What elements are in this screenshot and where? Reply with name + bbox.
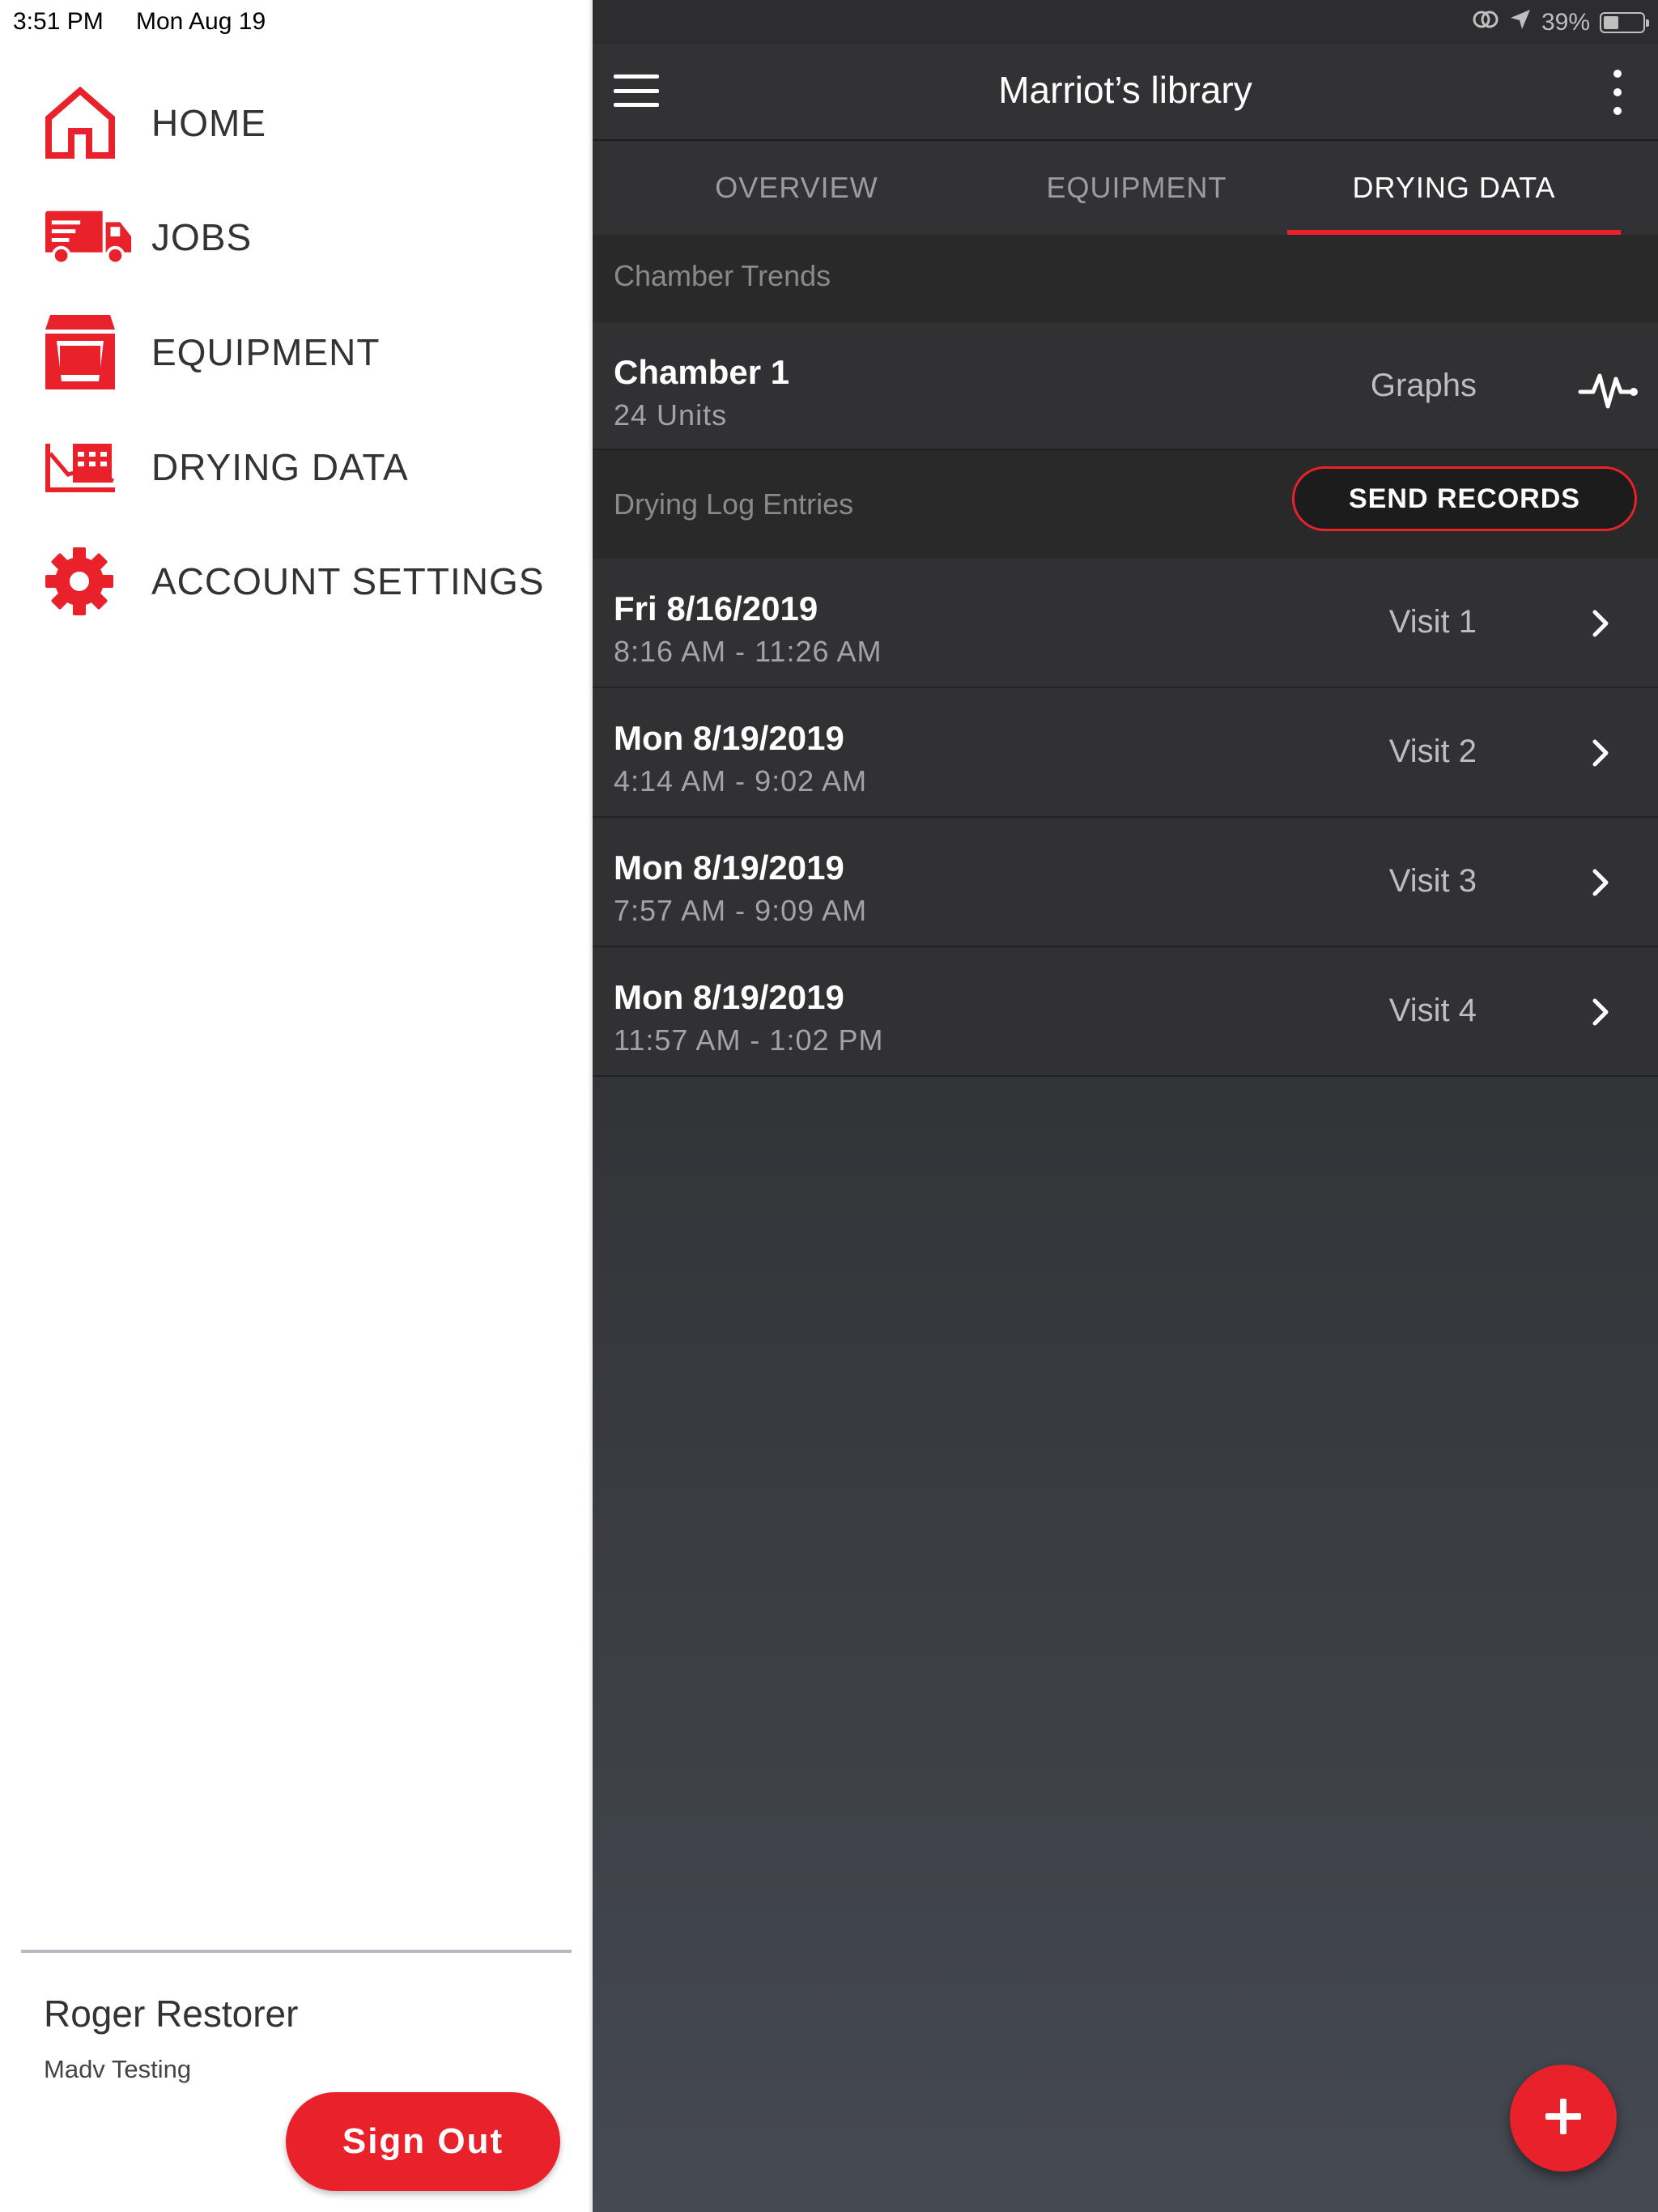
- log-entry-row[interactable]: Fri 8/16/2019 8:16 AM - 11:26 AM Visit 1: [593, 559, 1658, 688]
- pulse-graph-icon[interactable]: [1577, 355, 1642, 409]
- chamber-row[interactable]: Chamber 1 24 Units Graphs: [593, 322, 1658, 450]
- sidebar: 3:51 PM Mon Aug 19 HOME JOBS EQUIPMENT D…: [0, 0, 593, 2212]
- tab-drying-data[interactable]: DRYING DATA: [1284, 141, 1624, 235]
- entry-visit: Visit 1: [1388, 604, 1477, 640]
- chevron-right-icon: [1577, 858, 1626, 907]
- entry-time-range: 8:16 AM - 11:26 AM: [614, 635, 882, 668]
- sidebar-item-label: DRYING DATA: [151, 446, 409, 488]
- log-entry-row[interactable]: Mon 8/19/2019 11:57 AM - 1:02 PM Visit 4: [593, 947, 1658, 1077]
- send-records-button[interactable]: SEND RECORDS: [1292, 466, 1637, 531]
- entry-time-range: 11:57 AM - 1:02 PM: [614, 1023, 884, 1057]
- drying-data-icon: [44, 423, 133, 512]
- sidebar-item-label: JOBS: [151, 216, 253, 258]
- chamber-name: Chamber 1: [614, 353, 790, 391]
- home-icon: [44, 79, 133, 168]
- screen-mirroring-icon: [1472, 9, 1499, 36]
- tab-equipment[interactable]: EQUIPMENT: [967, 141, 1307, 235]
- chevron-right-icon: [1577, 599, 1626, 648]
- status-bar-right: 39%: [1472, 6, 1649, 39]
- user-organization: Madv Testing: [44, 2055, 192, 2083]
- sidebar-item-equipment[interactable]: EQUIPMENT: [44, 308, 379, 397]
- sidebar-item-label: EQUIPMENT: [151, 331, 380, 373]
- battery-level: [1604, 16, 1618, 29]
- add-entry-button[interactable]: [1510, 2065, 1617, 2172]
- entry-date: Mon 8/19/2019: [614, 719, 844, 757]
- sidebar-divider: [21, 1950, 572, 1953]
- sidebar-item-label: HOME: [151, 102, 266, 144]
- graphs-label[interactable]: Graphs: [1371, 368, 1477, 404]
- chevron-right-icon: [1577, 988, 1626, 1036]
- sidebar-item-label: ACCOUNT SETTINGS: [151, 560, 545, 602]
- entry-date: Mon 8/19/2019: [614, 978, 844, 1016]
- entry-time-range: 4:14 AM - 9:02 AM: [614, 764, 868, 798]
- drying-log-header: Drying Log Entries SEND RECORDS: [593, 450, 1658, 559]
- sign-out-button[interactable]: Sign Out: [286, 2092, 560, 2191]
- chevron-right-icon: [1577, 729, 1626, 777]
- more-options-icon[interactable]: [1609, 70, 1626, 115]
- sidebar-item-drying-data[interactable]: DRYING DATA: [44, 423, 408, 512]
- section-label: Chamber Trends: [614, 259, 831, 292]
- tab-bar: OVERVIEW EQUIPMENT DRYING DATA: [593, 141, 1658, 236]
- entry-visit: Visit 2: [1388, 734, 1477, 769]
- location-icon: [1509, 8, 1532, 37]
- sidebar-item-account-settings[interactable]: ACCOUNT SETTINGS: [44, 537, 543, 626]
- sidebar-item-home[interactable]: HOME: [44, 79, 266, 168]
- entry-time-range: 7:57 AM - 9:09 AM: [614, 894, 868, 927]
- log-entry-row[interactable]: Mon 8/19/2019 4:14 AM - 9:02 AM Visit 2: [593, 688, 1658, 818]
- gear-icon: [44, 537, 133, 626]
- entry-date: Fri 8/16/2019: [614, 589, 818, 627]
- chamber-units: 24 Units: [614, 398, 728, 432]
- status-date: Mon Aug 19: [136, 8, 266, 35]
- equipment-icon: [44, 308, 133, 397]
- chamber-trends-header: Chamber Trends: [593, 235, 1658, 322]
- entry-visit: Visit 3: [1388, 863, 1477, 899]
- entry-date: Mon 8/19/2019: [614, 849, 844, 887]
- status-time: 3:51 PM: [13, 8, 104, 35]
- entry-visit: Visit 4: [1388, 993, 1477, 1028]
- tab-overview[interactable]: OVERVIEW: [627, 141, 967, 235]
- log-entry-row[interactable]: Mon 8/19/2019 7:57 AM - 9:09 AM Visit 3: [593, 818, 1658, 947]
- plus-icon: [1541, 2094, 1586, 2143]
- section-label: Drying Log Entries: [614, 487, 854, 521]
- sidebar-item-jobs[interactable]: JOBS: [44, 193, 251, 282]
- top-app-bar: Marriot’s library: [593, 44, 1658, 141]
- truck-icon: [44, 193, 133, 282]
- battery-percent: 39%: [1541, 9, 1590, 36]
- page-title: Marriot’s library: [998, 69, 1252, 111]
- battery-icon: [1600, 12, 1649, 33]
- user-name: Roger Restorer: [44, 1993, 299, 2035]
- status-bar-left: 3:51 PM Mon Aug 19: [0, 0, 593, 44]
- main-panel: 39% Marriot’s library OVERVIEW EQUIPMENT…: [593, 0, 1658, 2212]
